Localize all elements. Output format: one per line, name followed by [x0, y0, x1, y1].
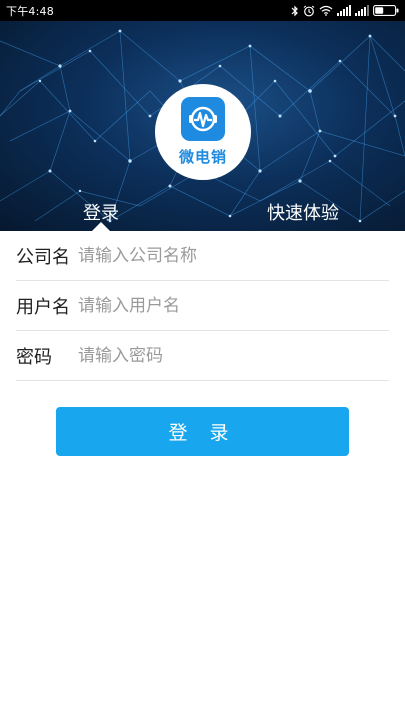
- company-label: 公司名: [16, 246, 70, 268]
- signal-icon: [337, 5, 351, 16]
- username-label: 用户名: [16, 296, 70, 318]
- active-tab-indicator: [92, 222, 110, 231]
- login-mode-tabs: 登录 快速体验: [0, 197, 405, 231]
- username-input[interactable]: [78, 287, 368, 324]
- alarm-icon: [303, 5, 315, 17]
- company-input[interactable]: [78, 237, 368, 274]
- waveform-headset-icon: [181, 97, 225, 141]
- login-button[interactable]: 登 录: [56, 407, 349, 456]
- username-row: 用户名: [16, 281, 389, 331]
- status-time: 下午4:48: [6, 4, 54, 18]
- login-form: 公司名 用户名 密码: [0, 231, 405, 381]
- app-logo: 微电销: [155, 84, 251, 180]
- bluetooth-icon: [291, 5, 299, 17]
- app-logo-text: 微电销: [178, 148, 227, 166]
- wifi-icon: [319, 5, 333, 16]
- status-bar: 下午4:48: [0, 0, 405, 21]
- battery-icon: [373, 5, 399, 16]
- company-row: 公司名: [16, 231, 389, 281]
- password-input[interactable]: [78, 337, 368, 374]
- hero-banner: 微电销 登录 快速体验: [0, 21, 405, 231]
- password-row: 密码: [16, 331, 389, 381]
- password-label: 密码: [16, 346, 52, 368]
- tab-quick-experience[interactable]: 快速体验: [267, 199, 339, 225]
- signal-icon: [355, 5, 369, 16]
- status-icons: [291, 5, 399, 17]
